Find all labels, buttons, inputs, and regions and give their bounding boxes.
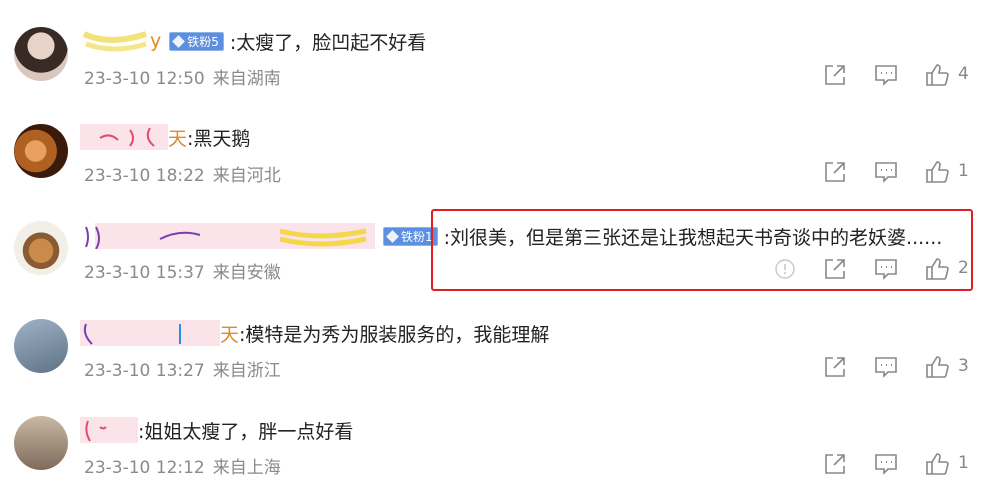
comment-text: :模特是为秀为服装服务的，我能理解 [239,323,550,346]
comment-location: 来自浙江 [212,361,281,381]
comment-meta: 23-3-10 13:27 来自浙江 [84,356,281,381]
diamond-icon [172,34,186,48]
username-scribble [85,420,107,442]
like-count: 3 [958,356,969,376]
comment-text: :太瘦了，脸凹起不好看 [229,31,427,54]
username-suffix[interactable]: y [150,30,161,52]
reply-button[interactable] [873,354,899,380]
avatar[interactable] [14,319,68,373]
avatar[interactable] [14,27,68,81]
username-scribble [83,323,181,345]
comment-icon [875,454,897,475]
avatar[interactable] [14,416,68,470]
diamond-icon [386,229,399,243]
reply-button[interactable] [873,62,899,88]
username[interactable] [80,223,375,249]
fan-badge[interactable]: 铁粉5 [169,31,224,51]
like-button[interactable] [924,451,950,477]
comment-item: :姐姐太瘦了，胖一点好看 23-3-10 12:12 来自上海 1 [0,389,1000,487]
username[interactable] [80,320,220,346]
like-button[interactable] [924,354,950,380]
comment-text: :姐姐太瘦了，胖一点好看 [138,420,354,443]
username[interactable] [80,124,168,150]
comment-location: 来自河北 [212,166,281,186]
comment-icon [875,65,897,86]
comment-header: 天 :黑天鹅 [80,122,250,152]
share-icon [825,454,845,474]
comment-header: 天 :模特是为秀为服装服务的，我能理解 [80,318,549,348]
comment-icon [875,162,897,183]
share-icon [825,162,845,182]
comment-time: 23-3-10 12:12 [84,458,205,478]
username-scribble [82,31,147,52]
comment-meta: 23-3-10 18:22 来自河北 [84,161,281,186]
like-icon [926,453,949,475]
comment-time: 23-3-10 13:27 [84,361,205,381]
like-count: 4 [958,64,969,84]
share-button[interactable] [822,354,848,380]
comment-header: y 铁粉5 :太瘦了，脸凹起不好看 [80,26,426,56]
fan-badge[interactable]: 铁粉1 [383,226,438,246]
fan-badge-label: 铁粉5 [187,34,219,49]
like-button[interactable] [924,62,950,88]
comment-time: 23-3-10 12:50 [84,69,205,89]
reply-button[interactable] [873,159,899,185]
like-icon [926,161,949,183]
like-icon [926,356,949,378]
reply-button[interactable] [873,451,899,477]
username-scribble [85,226,367,249]
comment-item: y 铁粉5 :太瘦了，脸凹起不好看 23-3-10 12:50 来自湖南 4 [0,0,1000,98]
avatar[interactable] [14,124,68,178]
comment-location: 来自上海 [212,458,281,478]
username-suffix[interactable]: 天 [220,320,239,347]
comment-meta: 23-3-10 12:50 来自湖南 [84,64,281,89]
username-suffix[interactable]: 天 [168,124,187,151]
share-button[interactable] [822,62,848,88]
comment-header: :姐姐太瘦了，胖一点好看 [80,415,353,445]
share-button[interactable] [822,451,848,477]
share-icon [825,65,845,85]
comment-item: 天 :黑天鹅 23-3-10 18:22 来自河北 1 [0,97,1000,195]
like-count: 1 [958,161,969,181]
share-button[interactable] [822,159,848,185]
comment-text: :黑天鹅 [187,127,251,150]
comment-location: 来自安徽 [212,263,281,283]
comment-location: 来自湖南 [212,69,281,89]
username[interactable] [80,417,138,443]
comment-item: 天 :模特是为秀为服装服务的，我能理解 23-3-10 13:27 来自浙江 3 [0,292,1000,390]
comment-time: 23-3-10 18:22 [84,166,205,186]
highlight-box [431,209,973,291]
like-button[interactable] [924,159,950,185]
comment-meta: 23-3-10 15:37 来自安徽 [84,258,281,283]
comment-meta: 23-3-10 12:12 来自上海 [84,453,281,478]
like-count: 1 [958,453,969,473]
share-icon [825,357,845,377]
comment-time: 23-3-10 15:37 [84,263,205,283]
fan-badge-label: 铁粉1 [401,229,433,244]
like-icon [926,64,949,86]
comment-icon [875,357,897,378]
username-scribble [99,127,155,147]
avatar[interactable] [14,221,68,275]
username[interactable] [80,28,150,54]
